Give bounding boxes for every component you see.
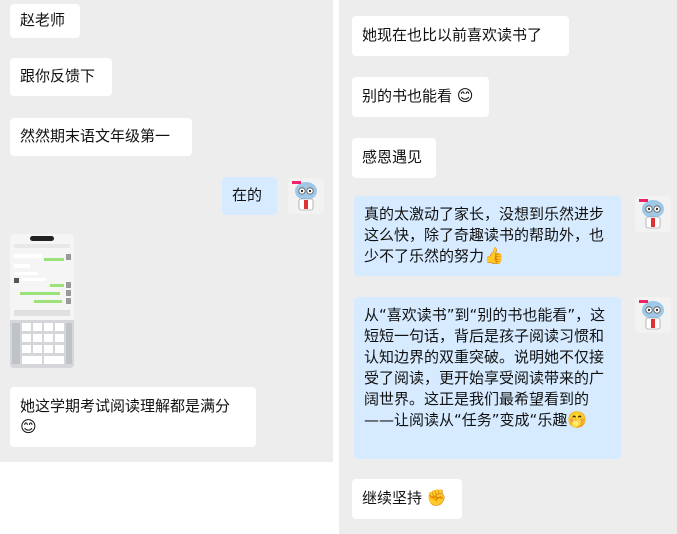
teacher-avatar-icon (288, 178, 324, 214)
message-bubble-sent[interactable]: 从“喜欢读书”到“别的书也能看”，这短短一句话，背后是孩子阅读习惯和认知边界的双… (354, 297, 621, 459)
avatar[interactable] (635, 196, 671, 232)
message-bubble[interactable]: 感恩遇见 (352, 138, 436, 178)
smirk-emoji-icon: 🤭 (567, 410, 588, 429)
message-text: 赵老师 (20, 11, 66, 29)
message-text: 别的书也能看 (362, 87, 453, 105)
thumbs-up-icon: 👍 (484, 246, 504, 265)
smile-emoji-icon: 😊 (456, 86, 474, 105)
teacher-avatar-icon (635, 196, 671, 232)
avatar[interactable] (288, 178, 324, 214)
message-bubble[interactable]: 然然期末语文年级第一 (10, 118, 192, 156)
smile-emoji-icon: 😊 (20, 417, 37, 436)
message-bubble[interactable]: 她这学期考试阅读理解都是满分 😊 (10, 387, 256, 447)
screenshot-thumbnail[interactable] (10, 234, 74, 368)
chat-panel-right: 她现在也比以前喜欢读书了 别的书也能看 😊 感恩遇见 真的太激动了家长，没想到乐… (339, 0, 677, 534)
message-bubble[interactable]: 她现在也比以前喜欢读书了 (352, 16, 569, 56)
message-bubble[interactable]: 继续坚持 ✊ (352, 479, 462, 519)
avatar[interactable] (635, 297, 671, 333)
message-text: 然然期末语文年级第一 (20, 127, 171, 145)
fist-emoji-icon: ✊ (426, 488, 447, 507)
message-text: 感恩遇见 (362, 148, 423, 166)
teacher-avatar-icon (635, 297, 671, 333)
chat-panel-left: 赵老师 跟你反馈下 然然期末语文年级第一 在的 她这学期考试阅读理解都是满分 😊 (0, 0, 333, 462)
message-text: 她这学期考试阅读理解都是满分 (20, 397, 231, 415)
message-text: 她现在也比以前喜欢读书了 (362, 26, 543, 44)
message-text: 跟你反馈下 (20, 67, 96, 85)
message-text: 在的 (232, 186, 263, 204)
message-bubble[interactable]: 跟你反馈下 (10, 58, 112, 96)
phone-screenshot-image (10, 234, 74, 368)
message-bubble-sent[interactable]: 在的 (222, 177, 277, 215)
message-text: 继续坚持 (362, 489, 423, 507)
message-bubble[interactable]: 赵老师 (10, 4, 80, 38)
message-bubble[interactable]: 别的书也能看 😊 (352, 77, 489, 117)
message-bubble-sent[interactable]: 真的太激动了家长，没想到乐然进步这么快，除了奇趣读书的帮助外，也少不了乐然的努力… (354, 196, 621, 276)
